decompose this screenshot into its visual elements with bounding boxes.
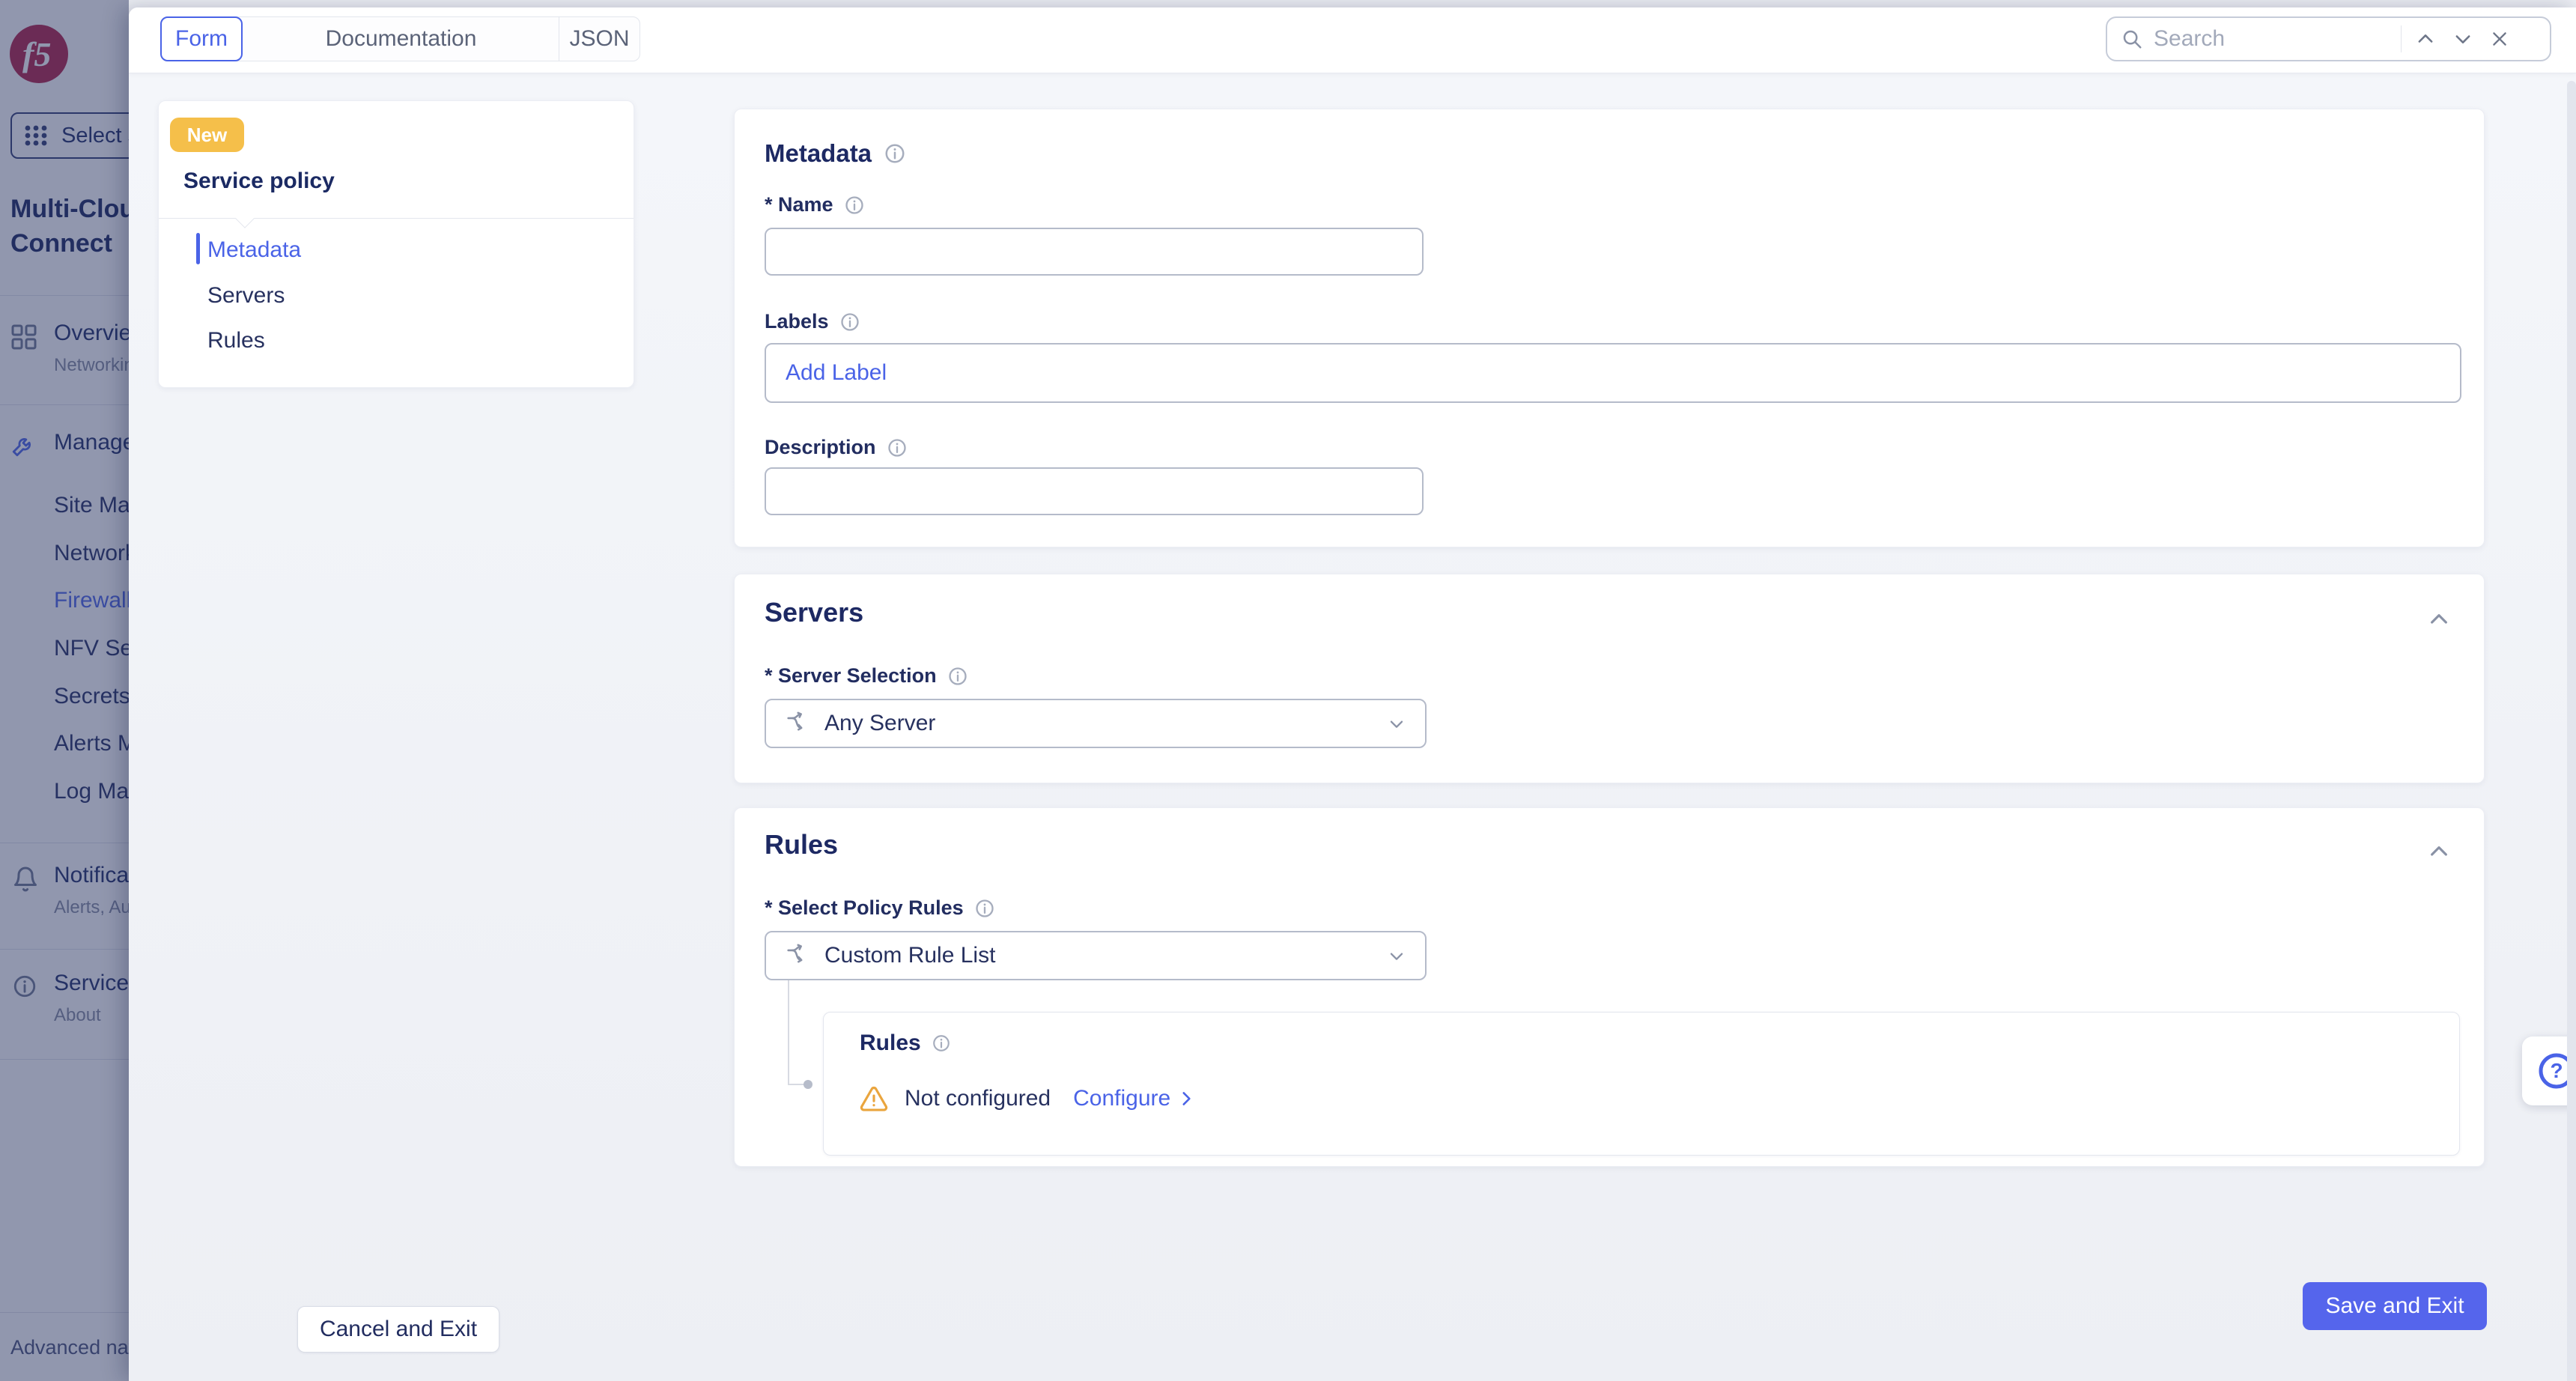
- not-configured-status: Not configured: [905, 1086, 1051, 1111]
- chevron-right-icon: [1176, 1089, 1196, 1108]
- wizard-divider: [159, 218, 634, 219]
- metadata-info-icon[interactable]: [884, 142, 906, 165]
- labels-field: Add Label: [765, 343, 2461, 403]
- policy-rules-dropdown[interactable]: Custom Rule List: [765, 931, 1427, 980]
- servers-section: Servers * Server Selection: [734, 574, 2485, 783]
- rules-section: Rules * Select Policy Rules: [734, 807, 2485, 1167]
- modal-content: New Service policy Metadata Servers Rule…: [129, 73, 2576, 1381]
- policy-rules-info-icon[interactable]: [974, 898, 995, 919]
- tab-json[interactable]: JSON: [559, 17, 640, 61]
- servers-collapse-icon[interactable]: [2427, 607, 2451, 631]
- name-info-icon[interactable]: [844, 195, 865, 216]
- cancel-and-exit-button[interactable]: Cancel and Exit: [297, 1306, 499, 1353]
- rules-collapse-icon[interactable]: [2427, 840, 2451, 863]
- wizard-title: Service policy: [183, 169, 335, 194]
- chevron-down-icon: [1386, 945, 1407, 966]
- wizard-nav-card: New Service policy Metadata Servers Rule…: [158, 100, 634, 388]
- new-badge: New: [170, 118, 244, 152]
- description-input[interactable]: [765, 467, 1424, 515]
- labels-info-icon[interactable]: [839, 312, 860, 333]
- name-label: * Name: [765, 193, 833, 216]
- warning-icon: [860, 1084, 888, 1113]
- service-policy-modal: Documentation JSON Form: [129, 7, 2576, 1381]
- tab-documentation[interactable]: Documentation: [243, 17, 559, 61]
- scrollbar[interactable]: [2567, 81, 2576, 1381]
- policy-rules-value: Custom Rule List: [824, 943, 1371, 968]
- add-label-button[interactable]: Add Label: [786, 360, 887, 386]
- nested-rules-heading: Rules: [860, 1031, 921, 1056]
- connector-line-vertical: [788, 980, 789, 1084]
- server-selection-dropdown[interactable]: Any Server: [765, 699, 1427, 748]
- search-icon: [2121, 28, 2143, 50]
- search-divider: [2401, 25, 2402, 52]
- search-next-icon[interactable]: [2452, 28, 2473, 49]
- branch-icon: [784, 711, 809, 736]
- save-and-exit-button[interactable]: Save and Exit: [2303, 1282, 2487, 1330]
- branch-icon: [784, 943, 809, 968]
- chevron-down-icon: [1386, 713, 1407, 734]
- labels-label: Labels: [765, 310, 829, 333]
- search-close-icon[interactable]: [2490, 29, 2509, 49]
- metadata-section: Metadata * Name Labels: [734, 109, 2485, 547]
- servers-heading: Servers: [765, 597, 863, 628]
- step-rules[interactable]: Rules: [207, 328, 265, 353]
- server-selection-value: Any Server: [824, 711, 1371, 736]
- modal-toolbar: Documentation JSON Form: [129, 7, 2576, 73]
- nested-rules-info-icon[interactable]: [932, 1034, 951, 1053]
- search-input[interactable]: [2154, 26, 2401, 52]
- configure-link[interactable]: Configure: [1073, 1086, 1196, 1111]
- server-selection-info-icon[interactable]: [947, 666, 968, 687]
- metadata-heading: Metadata: [765, 139, 872, 168]
- connector-dot: [804, 1080, 812, 1089]
- name-input[interactable]: [765, 228, 1424, 276]
- wizard-divider-notch: [235, 209, 254, 228]
- rules-heading: Rules: [765, 829, 838, 861]
- policy-rules-label: * Select Policy Rules: [765, 896, 964, 920]
- active-step-bar: [196, 233, 200, 264]
- step-servers[interactable]: Servers: [207, 283, 285, 309]
- description-label: Description: [765, 436, 876, 459]
- svg-text:?: ?: [2550, 1059, 2563, 1082]
- description-info-icon[interactable]: [887, 437, 908, 458]
- search-box: [2106, 16, 2551, 61]
- search-prev-icon[interactable]: [2415, 28, 2436, 49]
- modal-scrim: [0, 0, 129, 1381]
- tab-form[interactable]: Form: [160, 16, 243, 61]
- server-selection-label: * Server Selection: [765, 664, 937, 688]
- configure-link-label: Configure: [1073, 1086, 1170, 1111]
- nested-rules-card: Rules Not configured: [823, 1012, 2460, 1156]
- step-metadata[interactable]: Metadata: [207, 237, 301, 263]
